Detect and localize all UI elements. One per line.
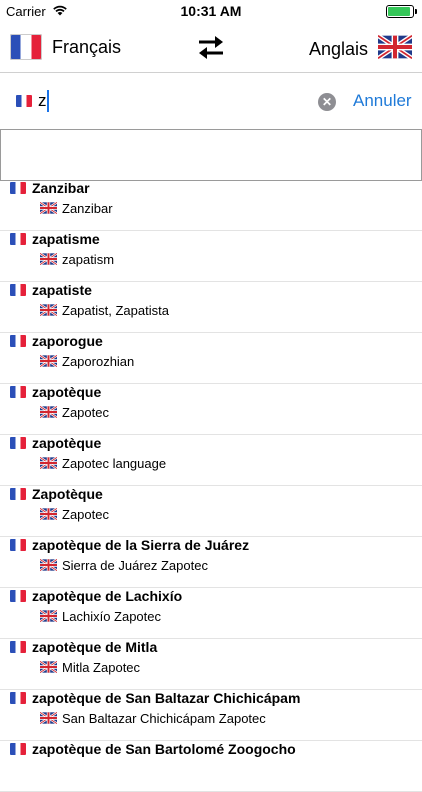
french-term: Zapotèque: [32, 486, 103, 502]
france-flag-icon: [10, 743, 26, 755]
france-flag-icon: [10, 488, 26, 500]
english-translation: Zapotec language: [62, 456, 167, 471]
language-header: Français Anglais: [0, 22, 422, 73]
english-translation: Zapatist, Zapatista: [62, 303, 169, 318]
french-term: zaporogue: [32, 333, 103, 349]
english-translation: Zapotec: [62, 405, 109, 420]
list-item[interactable]: zapotèque de Lachixío Lachixío Zapotec: [0, 588, 422, 639]
uk-flag-icon: [40, 508, 57, 520]
france-flag-icon: [10, 437, 26, 449]
results-list: Zanzibar Zanzibar zapatisme zapatism zap…: [0, 180, 422, 792]
english-translation: San Baltazar Chichicápam Zapotec: [62, 711, 266, 726]
uk-flag-icon: [376, 33, 414, 65]
swap-languages-button[interactable]: [195, 34, 227, 62]
uk-flag-icon: [40, 610, 57, 622]
english-translation: Zapotec: [62, 507, 109, 522]
france-flag-icon: [10, 590, 26, 602]
french-term: Zanzibar: [32, 180, 90, 196]
list-item[interactable]: zapatiste Zapatist, Zapatista: [0, 282, 422, 333]
search-input[interactable]: [38, 87, 308, 115]
list-item[interactable]: zaporogue Zaporozhian: [0, 333, 422, 384]
target-language-label: Anglais: [308, 39, 368, 59]
list-item[interactable]: Zapotèque Zapotec: [0, 486, 422, 537]
france-flag-icon: [10, 335, 26, 347]
uk-flag-icon: [40, 304, 57, 316]
french-term: zapotèque de Mitla: [32, 639, 158, 655]
list-item[interactable]: zapotèque Zapotec: [0, 384, 422, 435]
list-item[interactable]: zapatisme zapatism: [0, 231, 422, 282]
french-term: zapotèque: [32, 384, 102, 400]
french-term: zapotèque: [32, 435, 102, 451]
uk-flag-icon: [40, 712, 57, 724]
english-translation: Sierra de Juárez Zapotec: [62, 558, 208, 573]
uk-flag-icon: [40, 406, 57, 418]
text-cursor: [47, 90, 49, 112]
france-flag-icon: [10, 539, 26, 551]
uk-flag-icon: [40, 661, 57, 673]
clear-search-icon[interactable]: ✕: [318, 93, 336, 111]
source-language-button[interactable]: Français: [10, 34, 121, 60]
suggestion-panel: [0, 129, 422, 181]
france-flag-icon: [10, 233, 26, 245]
target-language-button[interactable]: Anglais: [308, 33, 414, 65]
list-item[interactable]: zapotèque de San Bartolomé Zoogocho: [0, 741, 422, 792]
cancel-button[interactable]: Annuler: [353, 91, 412, 111]
list-item[interactable]: zapotèque de San Baltazar Chichicápam Sa…: [0, 690, 422, 741]
list-item[interactable]: Zanzibar Zanzibar: [0, 180, 422, 231]
search-bar: ✕ Annuler: [0, 73, 422, 129]
french-term: zapotèque de San Bartolomé Zoogocho: [32, 741, 296, 757]
france-flag-icon: [10, 34, 42, 60]
france-flag-icon: [10, 386, 26, 398]
source-language-label: Français: [52, 36, 122, 57]
uk-flag-icon: [40, 457, 57, 469]
status-bar: Carrier 10:31 AM: [0, 0, 422, 22]
english-translation: Zanzibar: [62, 201, 113, 216]
uk-flag-icon: [40, 355, 57, 367]
french-term: zapotèque de San Baltazar Chichicápam: [32, 690, 301, 706]
french-term: zapatisme: [32, 231, 100, 247]
list-item[interactable]: zapotèque de Mitla Mitla Zapotec: [0, 639, 422, 690]
uk-flag-icon: [40, 253, 57, 265]
french-term: zapatiste: [32, 282, 92, 298]
list-item[interactable]: zapotèque de la Sierra de Juárez Sierra …: [0, 537, 422, 588]
swap-arrows-icon: [199, 36, 223, 59]
english-translation: Lachixío Zapotec: [62, 609, 162, 624]
france-flag-icon: [10, 284, 26, 296]
english-translation: Zaporozhian: [62, 354, 135, 369]
uk-flag-icon: [40, 202, 57, 214]
france-flag-icon: [10, 692, 26, 704]
battery-icon: [386, 5, 417, 18]
clock: 10:31 AM: [180, 3, 242, 19]
english-translation: Mitla Zapotec: [62, 660, 141, 675]
france-flag-icon: [10, 182, 26, 194]
uk-flag-icon: [40, 559, 57, 571]
list-item[interactable]: zapotèque Zapotec language: [0, 435, 422, 486]
france-flag-icon: [10, 641, 26, 653]
french-term: zapotèque de Lachixío: [32, 588, 183, 604]
french-term: zapotèque de la Sierra de Juárez: [32, 537, 250, 553]
france-flag-icon: [16, 95, 32, 107]
english-translation: zapatism: [62, 252, 115, 267]
